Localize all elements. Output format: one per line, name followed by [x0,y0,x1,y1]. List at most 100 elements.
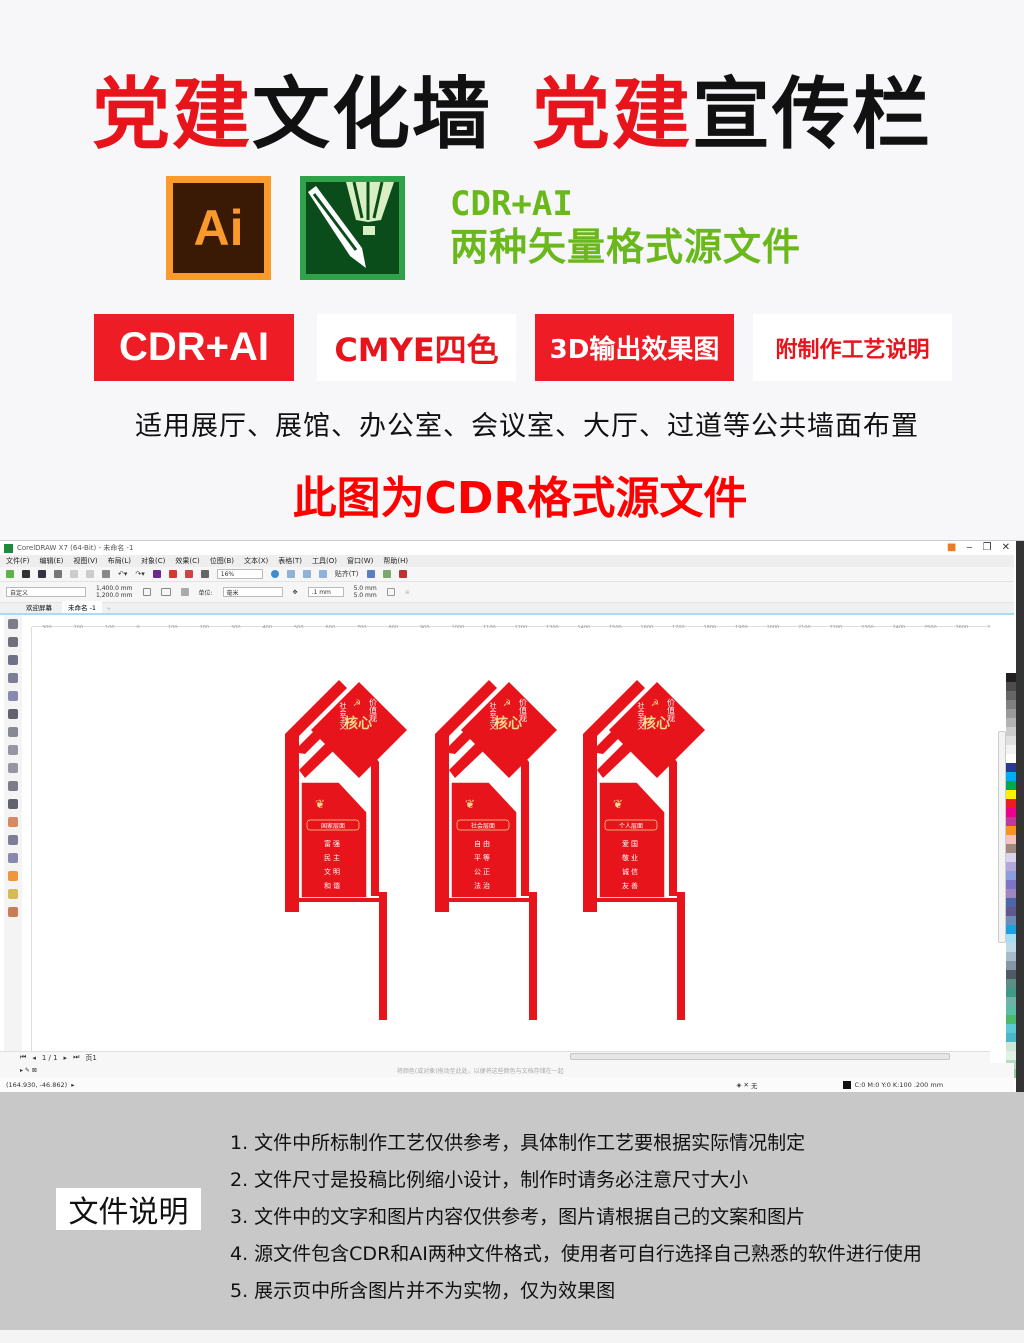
show-guides-icon[interactable] [318,570,327,578]
vertical-scrollbar[interactable] [998,731,1006,943]
menu-item[interactable]: 表格(T) [278,556,302,566]
close-button[interactable]: ✕ [1002,542,1010,553]
print-icon[interactable] [54,570,62,578]
horizontal-scrollbar[interactable] [570,1053,950,1060]
text-tool-icon[interactable] [8,781,18,791]
palette-swatch[interactable] [1006,826,1016,835]
palette-swatch[interactable] [1006,1042,1016,1051]
polygon-tool-icon[interactable] [8,763,18,773]
full-screen-icon[interactable] [270,570,279,578]
palette-swatch[interactable] [1006,943,1016,952]
paste-icon[interactable] [102,570,110,578]
menu-item[interactable]: 文件(F) [6,556,30,566]
palette-swatch[interactable] [1006,952,1016,961]
artistic-media-tool-icon[interactable] [8,709,18,719]
rectangle-tool-icon[interactable] [8,727,18,737]
palette-swatch[interactable] [1006,754,1016,763]
copy-icon[interactable] [86,570,94,578]
smart-fill-tool-icon[interactable] [8,907,18,917]
open-icon[interactable] [22,570,30,578]
parallel-dimension-tool-icon[interactable] [8,799,18,809]
new-icon[interactable] [6,570,14,578]
minimize-button[interactable]: ‒ [966,542,972,553]
palette-swatch[interactable] [1006,889,1016,898]
menu-item[interactable]: 工具(O) [312,556,337,566]
palette-swatch[interactable] [1006,700,1016,709]
palette-swatch[interactable] [1006,871,1016,880]
duplicate-x-field[interactable]: 5.0 mm [354,585,377,592]
search-content-icon[interactable] [152,570,161,578]
page-tab[interactable]: 页1 [85,1053,96,1063]
export-icon[interactable] [184,570,193,578]
palette-swatch[interactable] [1006,835,1016,844]
palette-swatch[interactable] [1006,745,1016,754]
palette-swatch[interactable] [1006,916,1016,925]
welcome-icon[interactable] [398,570,407,578]
snap-to-dropdown[interactable]: 贴齐(T) [335,569,359,579]
palette-swatch[interactable] [1006,673,1016,682]
menu-item[interactable]: 文本(X) [244,556,268,566]
menu-item[interactable]: 帮助(H) [383,556,408,566]
app-launcher-icon[interactable] [382,570,391,578]
last-page-button[interactable]: ⏭ [73,1053,79,1062]
interactive-fill-tool-icon[interactable] [8,889,18,899]
tab-welcome[interactable]: 欢迎屏幕 [20,601,58,613]
landscape-icon[interactable] [160,588,171,596]
palette-swatch[interactable] [1006,727,1016,736]
palette-swatch[interactable] [1006,772,1016,781]
menu-item[interactable]: 编辑(E) [40,556,64,566]
update-icon[interactable]: ■ [947,542,956,553]
palette-swatch[interactable] [1006,970,1016,979]
first-page-button[interactable]: ⏮ [20,1053,26,1062]
palette-swatch[interactable] [1006,880,1016,889]
restore-button[interactable]: ❐ [983,542,992,553]
palette-swatch[interactable] [1006,1015,1016,1024]
add-icon[interactable]: ⊕ [405,589,410,596]
page-height-field[interactable]: 1,200.0 mm [96,592,133,599]
zoom-level-select[interactable]: 16% [216,569,263,579]
transparency-tool-icon[interactable] [8,853,18,863]
palette-swatch[interactable] [1006,1006,1016,1015]
palette-swatch[interactable] [1006,1051,1016,1060]
menu-item[interactable]: 布局(L) [108,556,131,566]
palette-swatch[interactable] [1006,853,1016,862]
quick-customize-icon[interactable] [386,588,395,596]
status-arrow-icon[interactable]: ▸ [71,1081,74,1089]
connector-tool-icon[interactable] [8,817,18,827]
palette-swatch[interactable] [1006,709,1016,718]
tab-document[interactable]: 未命名 -1 [62,601,103,613]
palette-swatch[interactable] [1006,763,1016,772]
ellipse-tool-icon[interactable] [8,745,18,755]
palette-swatch[interactable] [1006,925,1016,934]
menu-item[interactable]: 位图(B) [210,556,234,566]
portrait-icon[interactable] [142,588,151,596]
palette-swatch[interactable] [1006,817,1016,826]
palette-swatch[interactable] [1006,844,1016,853]
menu-item[interactable]: 窗口(W) [347,556,373,566]
palette-swatch[interactable] [1006,682,1016,691]
show-grid-icon[interactable] [302,570,311,578]
pick-tool-icon[interactable] [8,619,18,629]
menu-item[interactable]: 对象(C) [141,556,165,566]
palette-swatch[interactable] [1006,808,1016,817]
palette-swatch[interactable] [1006,898,1016,907]
units-select[interactable]: 毫米 [222,587,283,597]
menu-item[interactable]: 视图(V) [73,556,97,566]
horizontal-ruler[interactable]: 3002001000100200300400500600700800900100… [32,617,1000,631]
palette-swatch[interactable] [1006,907,1016,916]
vertical-ruler[interactable] [24,627,32,1051]
options-icon[interactable] [366,570,375,578]
palette-swatch[interactable] [1006,691,1016,700]
palette-swatch[interactable] [1006,1033,1016,1042]
palette-swatch[interactable] [1006,979,1016,988]
redo-icon[interactable]: ↷▾ [135,570,144,578]
palette-swatch[interactable] [1006,988,1016,997]
drop-shadow-tool-icon[interactable] [8,835,18,845]
new-tab-icon[interactable]: + [106,605,111,613]
zoom-tool-icon[interactable] [8,673,18,683]
prev-page-button[interactable]: ◂ [32,1054,36,1062]
page-width-field[interactable]: 1,400.0 mm [96,585,133,592]
cut-icon[interactable] [70,570,78,578]
next-page-button[interactable]: ▸ [64,1054,68,1062]
shape-tool-icon[interactable] [8,637,18,647]
